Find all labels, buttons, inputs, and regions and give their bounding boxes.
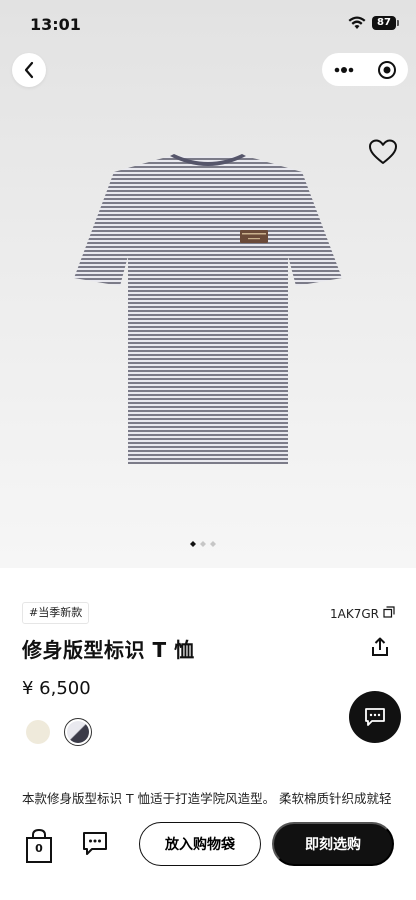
status-time: 13:01 (30, 15, 81, 34)
battery-tip (397, 20, 399, 26)
buy-now-button[interactable]: 即刻选购 (272, 822, 394, 866)
pagination-dot[interactable] (210, 541, 216, 547)
wifi-icon (348, 16, 366, 29)
season-tag: #当季新款 (22, 602, 90, 624)
shopping-bag-button[interactable]: 0 (24, 828, 54, 864)
bottom-action-bar: 0 放入购物袋 即刻选购 (0, 806, 416, 900)
product-description: 本款修身版型标识 T 恤适于打造学院风造型。 柔软棉质针织成就轻 (22, 791, 392, 806)
close-mini-program-button[interactable] (365, 53, 408, 86)
more-dots-icon (334, 66, 353, 73)
color-swatches (22, 718, 92, 746)
bag-count: 0 (35, 842, 43, 855)
mini-program-capsule (322, 53, 408, 86)
share-icon[interactable] (371, 637, 389, 657)
message-button[interactable] (81, 830, 109, 862)
pagination-dot[interactable] (200, 541, 206, 547)
color-swatch-gray-stripe-selected[interactable] (64, 718, 92, 746)
pagination-dot-active[interactable] (190, 541, 196, 547)
gallery-pagination (190, 541, 216, 547)
add-to-bag-button[interactable]: 放入购物袋 (139, 822, 261, 866)
status-bar: 13:01 87 (0, 0, 416, 48)
back-button[interactable] (12, 53, 46, 87)
heart-icon (369, 139, 397, 164)
customer-service-button[interactable] (349, 691, 401, 743)
color-swatch-beige[interactable] (26, 720, 50, 744)
chevron-left-icon (24, 61, 34, 79)
product-title: 修身版型标识 T 恤 (22, 638, 195, 662)
product-sku: 1AK7GR (330, 607, 379, 621)
more-button[interactable] (322, 53, 365, 86)
target-icon (377, 60, 396, 79)
favorite-button[interactable] (368, 138, 398, 170)
chat-bubble-icon (365, 708, 385, 726)
message-icon (83, 832, 107, 855)
battery-indicator: 87 (372, 16, 396, 30)
color-swatch-gray-stripe (67, 721, 89, 743)
copy-icon[interactable] (383, 606, 395, 618)
product-price: ¥ 6,500 (22, 678, 91, 699)
product-image[interactable] (70, 150, 346, 468)
